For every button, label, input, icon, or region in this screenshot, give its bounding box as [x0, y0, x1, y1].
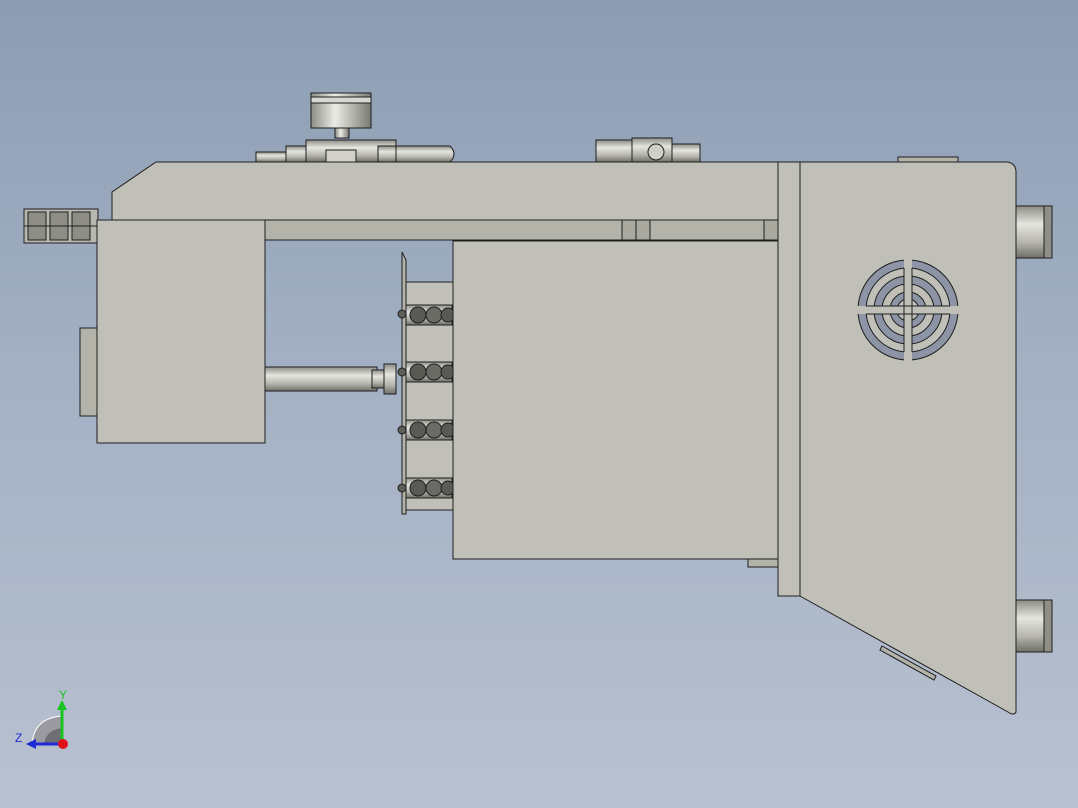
left-motor-block [79, 219, 266, 444]
upper-cylinder [1015, 205, 1053, 259]
cable-chain [23, 208, 99, 244]
top-valve [595, 137, 701, 163]
machine-assembly [23, 92, 1053, 715]
filter-regulator [255, 139, 455, 163]
vertical-frame [777, 161, 801, 597]
roller-row-2 [397, 361, 456, 383]
cad-viewport[interactable]: Y Z [0, 0, 1078, 808]
roller-row-4 [397, 477, 456, 499]
lower-cylinder [1015, 599, 1053, 653]
central-housing [452, 240, 779, 568]
right-housing [799, 156, 1017, 715]
z-axis-label: Z [15, 731, 22, 745]
y-axis-label: Y [59, 688, 67, 702]
roller-carriage [397, 251, 456, 515]
roller-row-1 [397, 304, 456, 326]
z-arrow-head [26, 739, 36, 749]
pressure-gauge [310, 92, 372, 139]
drive-shaft [264, 363, 397, 395]
orientation-triad[interactable]: Y Z [15, 688, 68, 749]
roller-row-3 [397, 419, 456, 441]
x-axis-dot [58, 739, 68, 749]
